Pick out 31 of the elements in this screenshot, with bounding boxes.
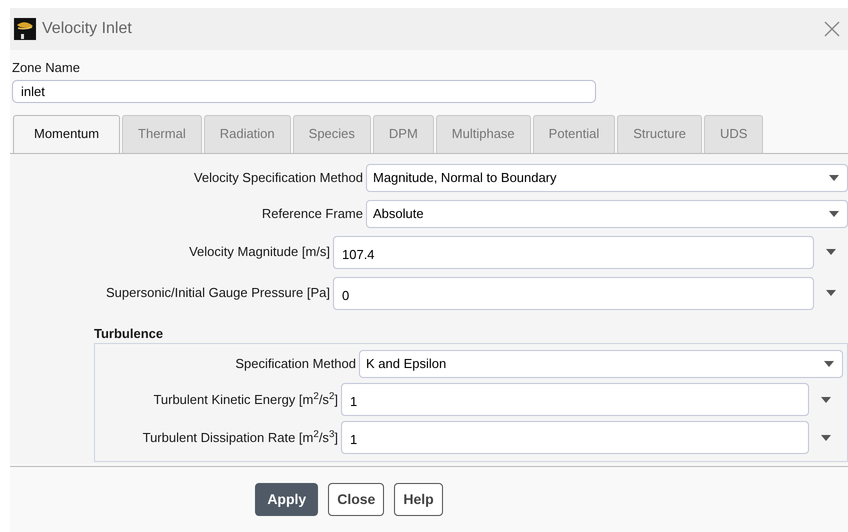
field-label: Velocity Magnitude [m/s] [188, 244, 331, 260]
field-label: Specification Method [234, 356, 357, 372]
input-field[interactable]: 1 [341, 383, 809, 416]
dialog-button[interactable]: Close [328, 482, 384, 516]
zone-name-label: Zone Name [12, 59, 80, 77]
dialog-button[interactable]: Apply [255, 482, 318, 516]
close-icon[interactable] [824, 21, 840, 37]
section-heading: Turbulence [94, 324, 164, 342]
dropdown-caret-icon[interactable] [829, 174, 839, 180]
dropdown-caret-icon[interactable] [826, 249, 836, 255]
dropdown-caret-icon[interactable] [829, 210, 839, 216]
input-field[interactable]: 0 [333, 276, 814, 310]
field-label: Reference Frame [260, 206, 364, 222]
dialog-button[interactable]: Help [394, 482, 443, 516]
input-field[interactable]: 107.4 [333, 236, 814, 268]
dropdown[interactable]: Absolute [366, 200, 848, 228]
dropdown-caret-icon[interactable] [821, 434, 831, 440]
field-label: Turbulent Dissipation Rate [m$^{2}$/s$^{3}$] [142, 430, 339, 446]
dropdown-caret-icon[interactable] [824, 361, 834, 367]
dropdown[interactable]: Magnitude, Normal to Boundary [366, 164, 848, 192]
dropdown-caret-icon[interactable] [826, 290, 836, 296]
tab[interactable]: Momentum [13, 114, 120, 152]
dropdown-caret-icon[interactable] [821, 396, 831, 402]
field-label: Velocity Specification Method [192, 170, 364, 186]
window-title: Velocity Inlet [42, 19, 132, 39]
dropdown[interactable]: K and Epsilon [359, 350, 843, 378]
input-field[interactable]: 1 [341, 421, 809, 454]
zone-name-field[interactable]: inlet [12, 80, 596, 102]
app-logo-icon [14, 18, 36, 40]
field-label: Turbulent Kinetic Energy [m$^{2}$/s$^{2}$] [152, 392, 339, 408]
field-label: Supersonic/Initial Gauge Pressure [Pa] [104, 285, 331, 301]
